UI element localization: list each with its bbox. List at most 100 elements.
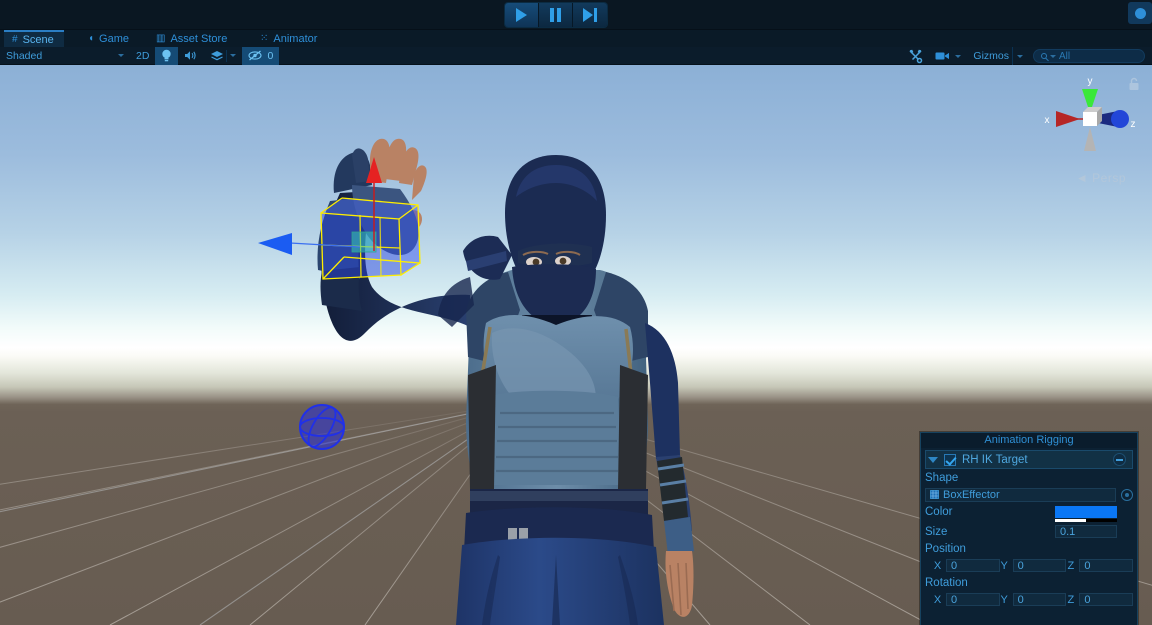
rotation-x-input[interactable]: 0 bbox=[946, 593, 1000, 606]
tab-asset-store[interactable]: ▥ Asset Store bbox=[148, 30, 237, 47]
store-bag-icon: ▥ bbox=[156, 32, 166, 44]
tab-animator[interactable]: ⁙ Animator bbox=[252, 30, 327, 47]
scene-viewport[interactable]: y x z ◄ Persp Animation Rigging RH IK Ta… bbox=[0, 65, 1152, 625]
scene-audio-toggle[interactable] bbox=[178, 47, 204, 65]
camera-chevron-down-icon bbox=[955, 54, 962, 58]
rotation-label: Rotation bbox=[925, 576, 968, 589]
gizmos-chevron-down-icon bbox=[1017, 54, 1023, 58]
animation-rigging-overlay-panel: Animation Rigging RH IK Target Shape Box… bbox=[920, 432, 1138, 625]
position-z-axis-label: Z bbox=[1067, 559, 1075, 572]
gizmos-label: Gizmos bbox=[973, 50, 1009, 62]
size-input[interactable]: 0.1 bbox=[1055, 525, 1117, 538]
mesh-grid-icon bbox=[930, 490, 939, 499]
unity-editor-window: # Scene ◖ Game ▥ Asset Store ⁙ Animator … bbox=[0, 0, 1152, 625]
toggle-2d-button[interactable]: 2D bbox=[130, 47, 155, 65]
rotation-y-axis-label: Y bbox=[1000, 593, 1008, 606]
position-vector-row: X 0 Y 0 Z 0 bbox=[921, 557, 1137, 574]
step-forward-icon bbox=[583, 8, 597, 22]
rotation-y-input[interactable]: 0 bbox=[1012, 593, 1067, 606]
persp-arrow-icon: ◄ bbox=[1075, 171, 1089, 185]
grid-hash-icon: # bbox=[12, 33, 18, 45]
scene-search-field[interactable]: All bbox=[1033, 49, 1145, 63]
gizmos-dropdown-arrow[interactable] bbox=[1012, 47, 1029, 65]
draw-mode-label: Shaded bbox=[6, 49, 43, 62]
rotation-label-row: Rotation bbox=[921, 574, 1137, 591]
play-triangle-icon bbox=[516, 8, 527, 22]
gizmo-axis-z-label: z bbox=[1131, 119, 1136, 130]
rig-target-name: RH IK Target bbox=[962, 453, 1028, 466]
position-y-input[interactable]: 0 bbox=[1012, 559, 1067, 572]
color-label: Color bbox=[925, 505, 953, 518]
scene-lighting-toggle[interactable] bbox=[155, 46, 179, 65]
scene-toolbar-right-group: Gizmos All bbox=[902, 47, 1152, 65]
position-y-axis-label: Y bbox=[1000, 559, 1008, 572]
padlock-icon[interactable] bbox=[1128, 77, 1140, 91]
speaker-icon bbox=[185, 51, 197, 60]
fx-chevron-down-icon bbox=[230, 54, 237, 57]
position-label-row: Position bbox=[921, 540, 1137, 557]
position-label: Position bbox=[925, 542, 966, 555]
collab-cloud-button[interactable] bbox=[1128, 2, 1152, 24]
search-chevron-down-icon bbox=[1050, 54, 1056, 58]
rotation-vector-row: X 0 Y 0 Z 0 bbox=[921, 591, 1137, 608]
position-x-input[interactable]: 0 bbox=[946, 559, 1000, 572]
color-row: Color bbox=[921, 503, 1137, 522]
scene-camera-dropdown[interactable] bbox=[929, 47, 967, 65]
pause-button[interactable] bbox=[539, 3, 573, 27]
shape-object-field[interactable]: BoxEffector bbox=[925, 487, 1116, 502]
shape-label-row: Shape bbox=[921, 469, 1137, 486]
eye-slash-icon bbox=[248, 50, 262, 61]
tab-animator-label: Animator bbox=[273, 32, 318, 45]
gizmo-axis-z-ball bbox=[1111, 110, 1129, 128]
tab-scene[interactable]: # Scene bbox=[4, 30, 64, 47]
toggle-2d-label: 2D bbox=[136, 49, 150, 62]
shape-object-row: BoxEffector bbox=[921, 486, 1137, 503]
tab-game[interactable]: ◖ Game bbox=[80, 30, 139, 47]
chevron-down-icon bbox=[118, 54, 124, 57]
position-x-axis-label: X bbox=[933, 559, 942, 572]
position-z-input[interactable]: 0 bbox=[1079, 559, 1134, 572]
hidden-objects-toggle[interactable]: 0 bbox=[242, 46, 280, 65]
color-swatch-button[interactable] bbox=[1055, 505, 1117, 522]
projection-mode-label: Persp bbox=[1092, 171, 1126, 185]
shape-label: Shape bbox=[925, 471, 959, 484]
scene-search-value: All bbox=[1059, 50, 1071, 62]
playback-controls bbox=[505, 3, 607, 27]
gamepad-icon: ◖ bbox=[88, 32, 95, 44]
magnifier-icon bbox=[1041, 53, 1047, 59]
size-row: Size 0.1 bbox=[921, 523, 1137, 540]
editor-toolbar bbox=[0, 0, 1152, 30]
rig-target-checkbox[interactable] bbox=[944, 453, 956, 466]
object-picker-target-icon[interactable] bbox=[1121, 488, 1133, 501]
projection-mode-toggle[interactable]: ◄ Persp bbox=[1076, 171, 1126, 185]
gizmo-axis-y-label: y bbox=[1088, 76, 1093, 87]
rig-panel-title: Animation Rigging bbox=[921, 433, 1137, 448]
foldout-triangle-down-icon[interactable] bbox=[928, 456, 938, 463]
gizmo-axis-neg-y-cone bbox=[1084, 127, 1096, 151]
tab-scene-label: Scene bbox=[22, 33, 54, 46]
scene-tools-button[interactable] bbox=[902, 47, 929, 65]
scene-orientation-gizmo[interactable]: y x z ◄ Persp bbox=[1036, 73, 1144, 185]
minus-circle-icon[interactable] bbox=[1113, 453, 1126, 466]
size-label: Size bbox=[925, 525, 948, 538]
animator-node-icon: ⁙ bbox=[260, 32, 269, 44]
play-button[interactable] bbox=[505, 3, 539, 27]
scene-view-toolbar: Shaded 2D 0 Gizmos All bbox=[0, 46, 1152, 65]
gizmos-dropdown[interactable]: Gizmos bbox=[967, 47, 1012, 65]
scene-fx-dropdown[interactable] bbox=[204, 47, 242, 65]
hidden-count-label: 0 bbox=[267, 49, 274, 62]
view-tab-strip: # Scene ◖ Game ▥ Asset Store ⁙ Animator bbox=[0, 30, 1152, 73]
step-button[interactable] bbox=[573, 3, 607, 27]
sphere-effector-gizmo bbox=[299, 404, 345, 450]
rig-target-header[interactable]: RH IK Target bbox=[925, 450, 1133, 469]
gizmo-axis-x-cone bbox=[1056, 111, 1080, 127]
draw-mode-dropdown[interactable]: Shaded bbox=[0, 47, 130, 65]
lightbulb-icon bbox=[162, 49, 172, 62]
collab-cloud-icon bbox=[1134, 7, 1146, 19]
camera-icon bbox=[935, 52, 950, 60]
tab-asset-store-label: Asset Store bbox=[170, 32, 228, 45]
box-effector-gizmo bbox=[320, 197, 421, 280]
rotation-x-axis-label: X bbox=[933, 593, 942, 606]
rotation-z-axis-label: Z bbox=[1067, 593, 1075, 606]
rotation-z-input[interactable]: 0 bbox=[1079, 593, 1134, 606]
